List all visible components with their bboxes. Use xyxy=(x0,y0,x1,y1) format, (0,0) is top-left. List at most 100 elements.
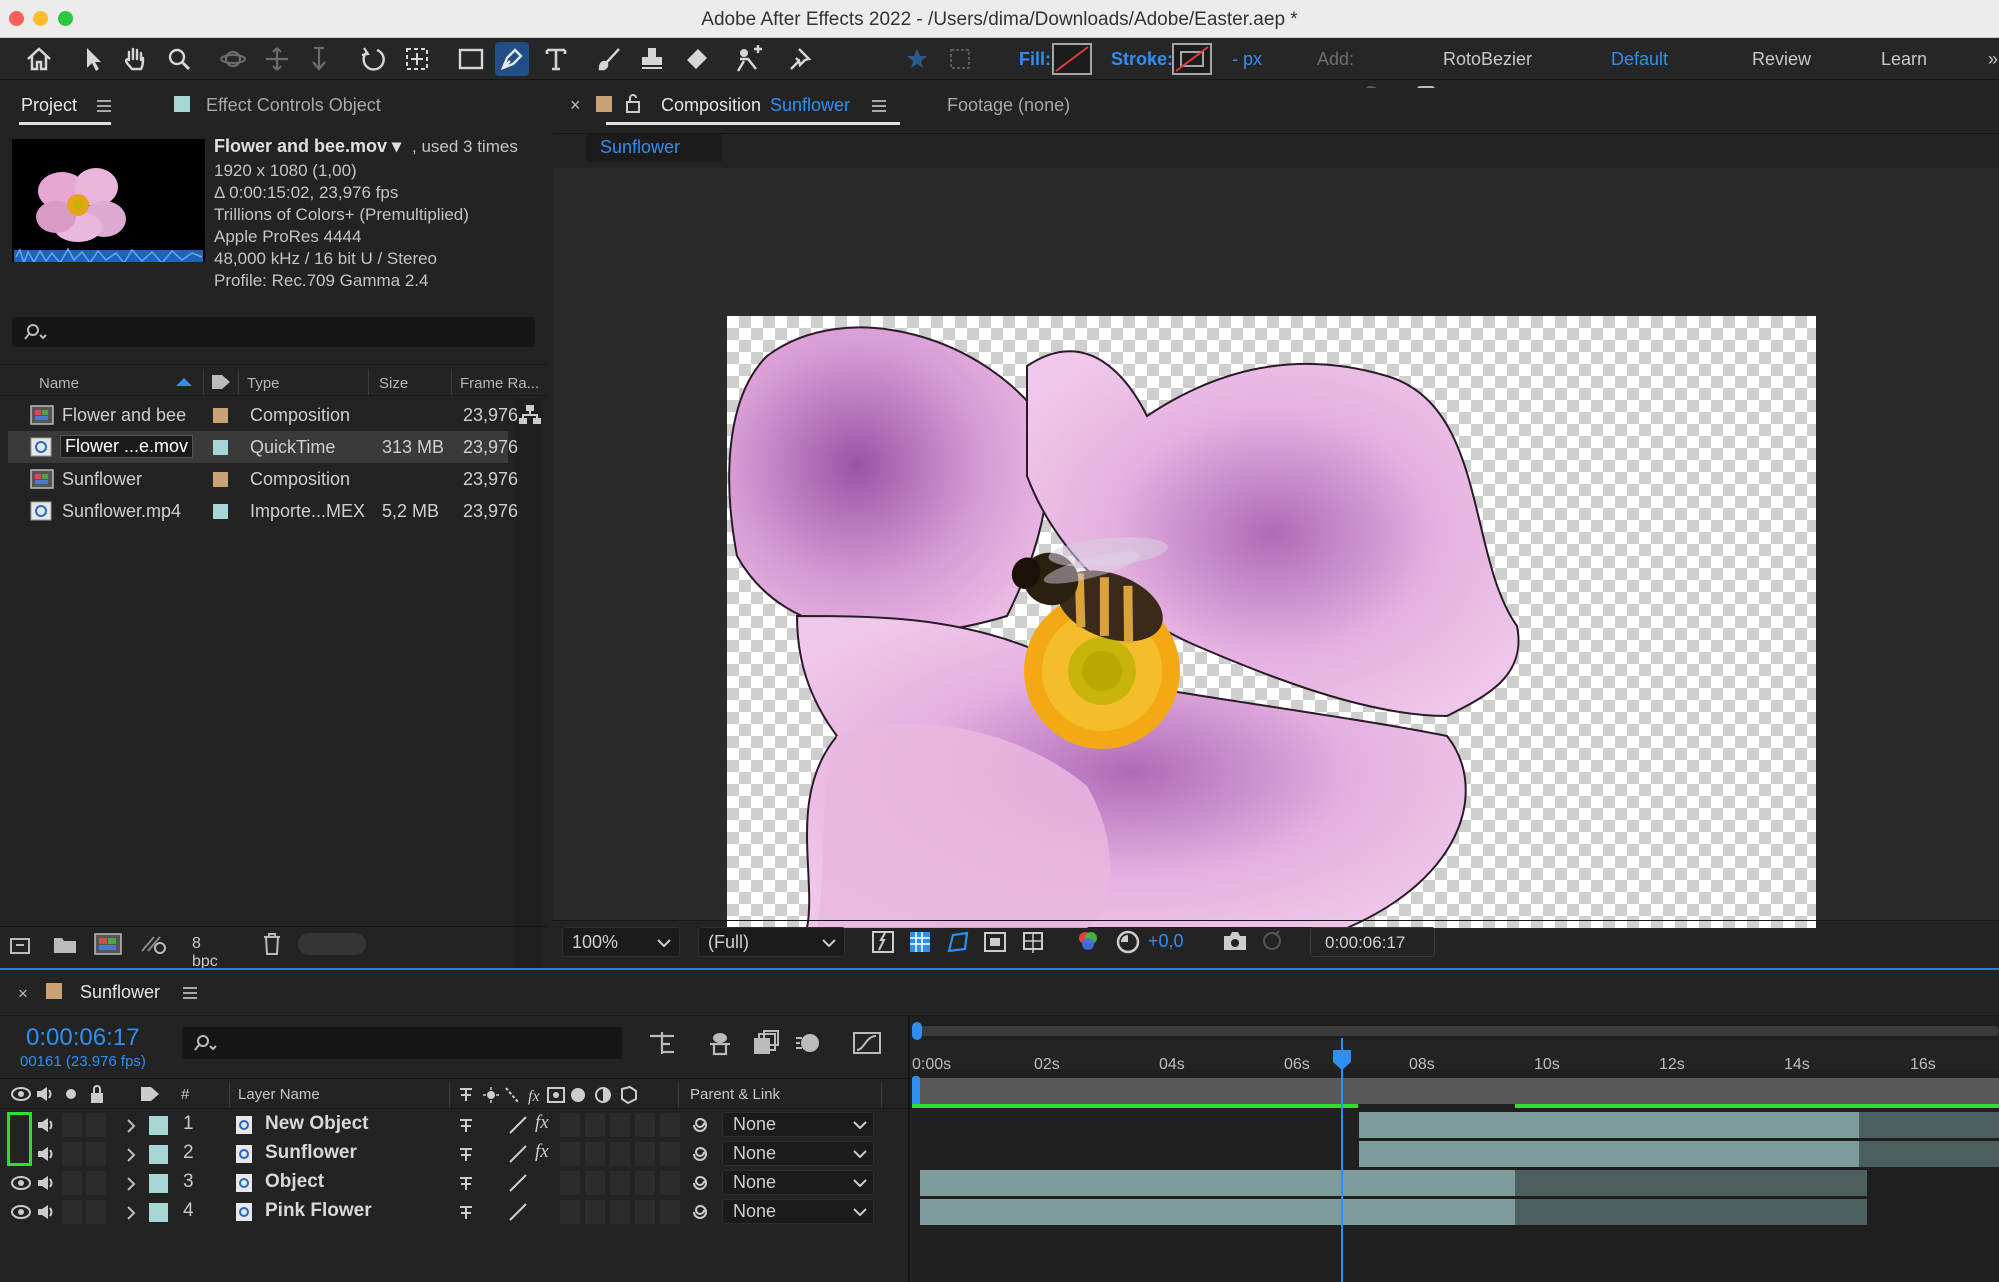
viewer-timecode[interactable]: 0:00:06:17 xyxy=(1310,927,1435,957)
exposure-value[interactable]: +0,0 xyxy=(1148,931,1184,952)
layer-bar-1-trim[interactable] xyxy=(1859,1112,1999,1138)
parent-dropdown[interactable]: None xyxy=(722,1112,874,1137)
composition-breadcrumb[interactable]: Sunflower xyxy=(586,134,722,162)
roto-brush-icon[interactable] xyxy=(732,42,766,76)
parent-dropdown[interactable]: None xyxy=(722,1170,874,1195)
clone-stamp-icon[interactable] xyxy=(635,42,669,76)
workspace-review[interactable]: Review xyxy=(1752,49,1811,70)
pick-whip-icon[interactable] xyxy=(690,1203,710,1221)
panel-menu-icon[interactable] xyxy=(871,100,887,112)
pick-whip-icon[interactable] xyxy=(690,1145,710,1163)
layer-bar-4[interactable] xyxy=(920,1199,1515,1225)
close-tab-icon[interactable]: × xyxy=(570,95,581,116)
dolly-icon[interactable] xyxy=(302,42,336,76)
tab-composition[interactable]: Composition xyxy=(661,95,761,116)
tab-footage[interactable]: Footage (none) xyxy=(947,95,1070,116)
zoom-icon[interactable] xyxy=(162,42,196,76)
timeline-tab[interactable]: Sunflower xyxy=(80,982,160,1003)
fx-switch-icon[interactable]: fx xyxy=(535,1112,549,1134)
work-area-bar[interactable] xyxy=(912,1078,1999,1104)
fast-previews-icon[interactable] xyxy=(871,930,895,954)
project-item-flower-and-bee[interactable]: Flower and bee Composition 23,976 xyxy=(8,399,541,431)
workspace-overflow-button[interactable]: » xyxy=(1988,49,1998,70)
pan-icon[interactable] xyxy=(260,42,294,76)
hand-icon[interactable] xyxy=(118,42,152,76)
grid-icon[interactable] xyxy=(943,42,977,76)
parent-dropdown[interactable]: None xyxy=(722,1199,874,1224)
close-tab-icon[interactable]: × xyxy=(18,984,28,1004)
expand-arrow-icon[interactable] xyxy=(126,1206,136,1220)
layer-row-2[interactable]: 2 Sunflower fx None xyxy=(0,1139,915,1168)
star-icon[interactable] xyxy=(900,42,934,76)
orbit-icon[interactable] xyxy=(216,42,250,76)
anchor-icon[interactable] xyxy=(400,42,434,76)
reset-exposure-icon[interactable] xyxy=(1115,929,1141,955)
frame-blending-icon[interactable] xyxy=(752,1030,780,1056)
project-item-flower-mov[interactable]: Flower ...e.mov QuickTime 313 MB 23,976 xyxy=(8,431,518,463)
layer-row-1[interactable]: 1 New Object fx None xyxy=(0,1110,915,1166)
rectangle-icon[interactable] xyxy=(454,42,488,76)
layer-bar-3[interactable] xyxy=(920,1170,1515,1196)
mask-visibility-icon[interactable] xyxy=(945,929,971,955)
workspace-default[interactable]: Default xyxy=(1611,49,1668,70)
transparency-grid-icon[interactable] xyxy=(908,930,932,954)
shy-layers-icon[interactable] xyxy=(706,1030,734,1056)
fx-switch-icon[interactable]: fx xyxy=(535,1141,549,1163)
project-scrollbar[interactable] xyxy=(513,398,543,1018)
project-item-sunflower[interactable]: Sunflower Composition 23,976 xyxy=(8,463,518,495)
eraser-icon[interactable] xyxy=(679,42,713,76)
composition-name[interactable]: Sunflower xyxy=(770,95,850,116)
layer-bar-2-trim[interactable] xyxy=(1859,1141,1999,1167)
expand-arrow-icon[interactable] xyxy=(126,1119,136,1133)
layer-row-4[interactable]: 4 Pink Flower None xyxy=(0,1197,915,1226)
expand-arrow-icon[interactable] xyxy=(126,1148,136,1162)
col-size[interactable]: Size xyxy=(379,375,408,392)
fill-swatch[interactable] xyxy=(1052,43,1092,75)
comp-flowchart-icon[interactable] xyxy=(648,1030,678,1056)
tab-project[interactable]: Project xyxy=(21,95,77,116)
col-layer-name[interactable]: Layer Name xyxy=(238,1086,320,1103)
workspace-learn[interactable]: Learn xyxy=(1881,49,1927,70)
region-of-interest-icon[interactable] xyxy=(983,930,1007,954)
guides-icon[interactable] xyxy=(1020,929,1046,955)
graph-editor-icon[interactable] xyxy=(852,1030,882,1056)
expand-arrow-icon[interactable] xyxy=(126,1177,136,1191)
pick-whip-icon[interactable] xyxy=(690,1116,710,1134)
col-frame-rate[interactable]: Frame Ra... xyxy=(460,375,539,392)
rotate-icon[interactable] xyxy=(356,42,390,76)
show-snapshot-icon[interactable] xyxy=(1259,929,1285,953)
col-name[interactable]: Name xyxy=(39,375,79,392)
pick-whip-icon[interactable] xyxy=(690,1174,710,1192)
bit-depth-button[interactable]: 8 bpc xyxy=(180,933,224,970)
current-time-display[interactable]: 0:00:06:17 xyxy=(26,1024,139,1052)
resolution-dropdown[interactable]: (Full) xyxy=(698,927,845,957)
selection-icon[interactable] xyxy=(76,42,110,76)
brush-icon[interactable] xyxy=(592,42,626,76)
current-time-indicator-line[interactable] xyxy=(1341,1038,1343,1282)
panel-menu-icon[interactable] xyxy=(96,100,112,112)
parent-dropdown[interactable]: None xyxy=(722,1141,874,1166)
col-parent-link[interactable]: Parent & Link xyxy=(690,1086,780,1103)
tab-effect-controls[interactable]: Effect Controls Object xyxy=(206,95,381,116)
home-icon[interactable] xyxy=(22,42,56,76)
lock-icon[interactable] xyxy=(624,92,642,114)
time-navigator[interactable] xyxy=(912,1026,1999,1036)
layer-bar-4-trim[interactable] xyxy=(1515,1199,1867,1225)
time-graph[interactable]: 0:00s 02s 04s 06s 08s 10s 12s 14s 16s xyxy=(912,1016,1999,1282)
timeline-search-input[interactable] xyxy=(182,1027,622,1059)
composition-viewer[interactable] xyxy=(553,168,1999,928)
stroke-swatch[interactable] xyxy=(1172,43,1212,75)
project-item-sunflower-mp4[interactable]: Sunflower.mp4 Importe...MEX 5,2 MB 23,97… xyxy=(8,495,518,527)
channels-icon[interactable] xyxy=(1075,929,1101,955)
stroke-width-value[interactable]: - px xyxy=(1232,49,1262,70)
thumbnail-slider[interactable] xyxy=(298,933,366,955)
project-search-input[interactable] xyxy=(12,317,535,347)
panel-menu-icon[interactable] xyxy=(182,987,198,999)
playhead-icon[interactable] xyxy=(1331,1048,1353,1072)
layer-bar-2[interactable] xyxy=(1359,1141,1859,1167)
layer-bar-1[interactable] xyxy=(1359,1112,1859,1138)
snapshot-camera-icon[interactable] xyxy=(1221,929,1249,953)
pen-icon[interactable] xyxy=(495,42,529,76)
puppet-pin-icon[interactable] xyxy=(783,42,817,76)
layer-bar-3-trim[interactable] xyxy=(1515,1170,1867,1196)
